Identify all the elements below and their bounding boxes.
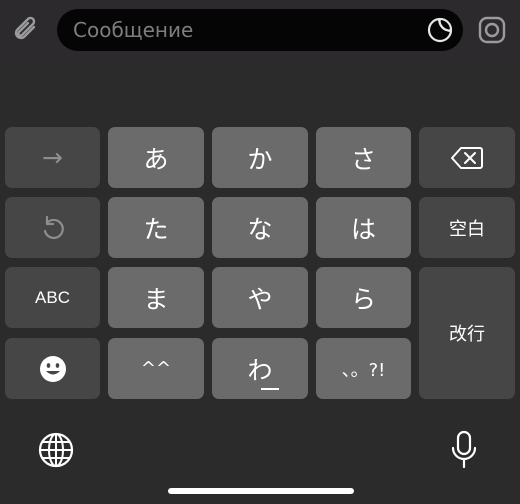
key-ta-label: た bbox=[143, 214, 169, 244]
next-arrow-label: → bbox=[42, 143, 63, 172]
key-ka[interactable]: か bbox=[212, 127, 308, 188]
key-ma-label: ま bbox=[143, 284, 169, 314]
undo-key[interactable] bbox=[5, 197, 100, 258]
key-ha-label: は bbox=[350, 214, 376, 244]
key-a-label: あ bbox=[143, 144, 169, 174]
kaomoji-key-label: ^^ bbox=[140, 358, 172, 379]
home-indicator[interactable] bbox=[168, 488, 354, 494]
message-input[interactable]: Сообщение bbox=[57, 9, 463, 51]
key-ma[interactable]: ま bbox=[108, 267, 204, 328]
key-ya-label: や bbox=[247, 284, 273, 314]
space-key-label: 空白 bbox=[449, 218, 485, 240]
punctuation-key[interactable]: 、。?! bbox=[316, 338, 411, 399]
key-ka-label: か bbox=[247, 144, 273, 174]
key-sa[interactable]: さ bbox=[316, 127, 411, 188]
key-wa[interactable]: わ bbox=[212, 338, 308, 399]
key-ya[interactable]: や bbox=[212, 267, 308, 328]
key-a[interactable]: あ bbox=[108, 127, 204, 188]
space-key[interactable]: 空白 bbox=[419, 197, 515, 258]
globe-icon[interactable] bbox=[36, 430, 76, 470]
japanese-kana-keyboard: → あ か さ た な は 空白 ABC ま や ら 改行 ^^ わ 、。?! bbox=[0, 60, 520, 504]
sticker-icon[interactable] bbox=[427, 17, 453, 43]
key-ta[interactable]: た bbox=[108, 197, 204, 258]
punctuation-key-label: 、。?! bbox=[341, 359, 386, 381]
microphone-icon[interactable] bbox=[444, 430, 484, 470]
next-candidate-key[interactable]: → bbox=[5, 127, 100, 188]
key-na-label: な bbox=[247, 214, 273, 244]
backspace-key[interactable] bbox=[419, 127, 515, 188]
backspace-icon bbox=[451, 146, 483, 169]
emoji-key[interactable] bbox=[5, 338, 100, 399]
return-key-label: 改行 bbox=[449, 324, 485, 345]
key-wa-label: わ bbox=[247, 351, 279, 390]
camera-icon[interactable] bbox=[474, 12, 510, 48]
key-ra-label: ら bbox=[350, 284, 376, 314]
key-ha[interactable]: は bbox=[316, 197, 411, 258]
emoji-icon bbox=[39, 355, 66, 382]
key-ra[interactable]: ら bbox=[316, 267, 411, 328]
paperclip-icon[interactable] bbox=[8, 12, 44, 48]
message-bar: Сообщение bbox=[0, 0, 520, 60]
return-key[interactable]: 改行 bbox=[419, 267, 515, 399]
key-sa-label: さ bbox=[350, 144, 376, 174]
message-placeholder: Сообщение bbox=[73, 18, 194, 42]
abc-key-label: ABC bbox=[35, 287, 70, 307]
kaomoji-key[interactable]: ^^ bbox=[108, 338, 204, 399]
undo-icon bbox=[43, 215, 64, 239]
abc-switch-key[interactable]: ABC bbox=[5, 267, 100, 328]
key-na[interactable]: な bbox=[212, 197, 308, 258]
